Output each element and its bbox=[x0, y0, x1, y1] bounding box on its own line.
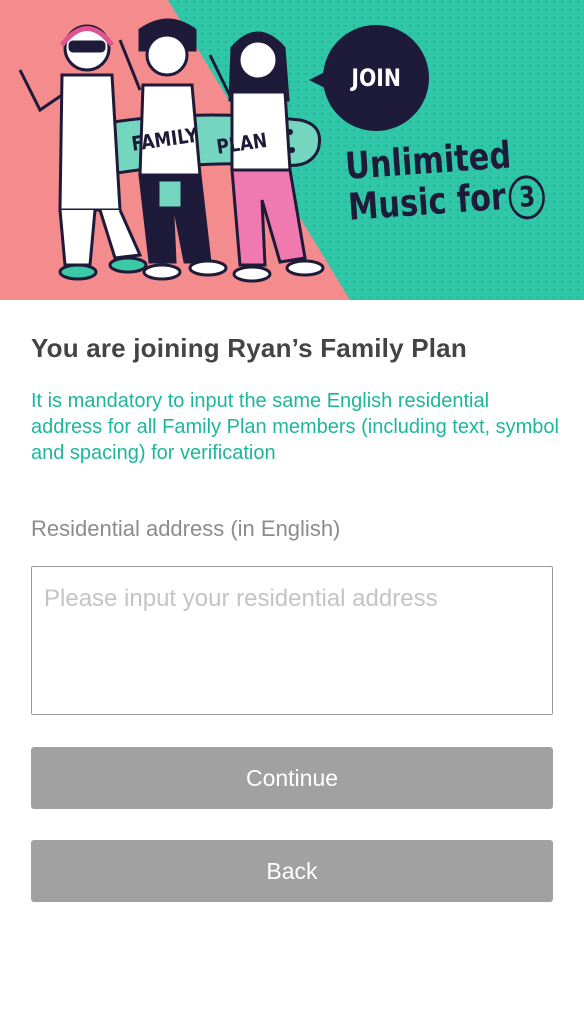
banner-headline: Unlimited Music for 3 bbox=[344, 132, 547, 231]
back-button[interactable]: Back bbox=[31, 840, 553, 902]
continue-button[interactable]: Continue bbox=[31, 747, 553, 809]
join-speech-bubble: JOIN bbox=[309, 25, 429, 131]
join-label: JOIN bbox=[351, 64, 401, 92]
headline-number-badge: 3 bbox=[507, 173, 547, 221]
mandatory-notice: It is mandatory to input the same Englis… bbox=[31, 390, 559, 464]
page-title: You are joining Ryan’s Family Plan bbox=[31, 333, 467, 363]
hero-banner: FAMILY PLAN JOIN Unlimited Music for 3 bbox=[0, 0, 584, 300]
residential-address-input[interactable] bbox=[31, 566, 553, 715]
address-field-label: Residential address (in English) bbox=[31, 516, 341, 541]
